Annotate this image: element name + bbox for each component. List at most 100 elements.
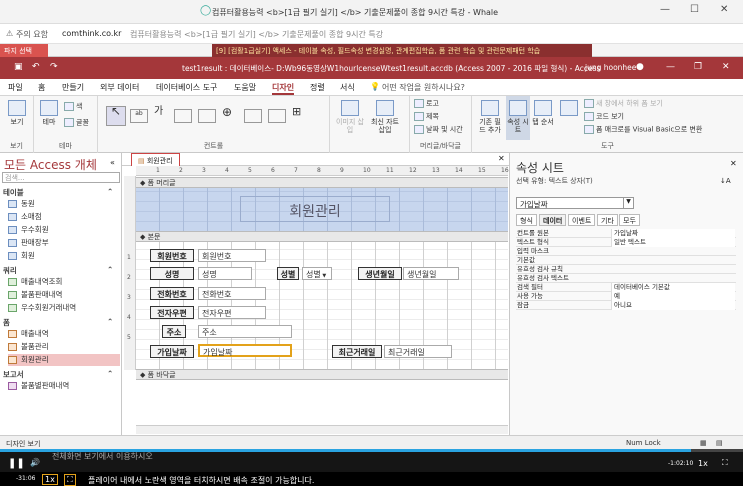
nav-item-selected[interactable]: 회원관리	[8, 354, 120, 366]
hyperlink-icon[interactable]: ⊕	[222, 106, 232, 118]
nav-section-tables[interactable]: 테이블 ⌃	[3, 187, 113, 198]
nav-item[interactable]: 동원	[8, 198, 120, 210]
label-control-icon[interactable]: 가	[154, 107, 163, 117]
subform-button[interactable]	[558, 100, 580, 118]
avatar[interactable]: ●	[636, 62, 644, 72]
field-phone[interactable]: 전화번호	[198, 287, 266, 300]
tab-order-button[interactable]: 탭 순서	[532, 100, 554, 126]
field-join-date-selected[interactable]: 가입날짜	[198, 344, 292, 357]
tab-event-props[interactable]: 이벤트	[568, 214, 596, 226]
colors-button[interactable]: 색	[64, 102, 82, 111]
tab-form-member[interactable]: ▤ 회원관리	[131, 153, 180, 166]
tab-format[interactable]: 서식	[340, 82, 355, 93]
label-birthdate[interactable]: 생년월일	[358, 267, 402, 280]
layout-view-icon[interactable]: ▤	[716, 439, 723, 447]
nav-section-forms[interactable]: 폼 ⌃	[3, 317, 113, 328]
button-control-icon[interactable]	[174, 109, 192, 123]
field-birthdate[interactable]: 생년월일	[403, 267, 459, 280]
nav-header[interactable]: 모든 Access 개체	[4, 156, 97, 173]
datetime-button[interactable]: 날짜 및 시간	[414, 125, 463, 134]
tab-database-tools[interactable]: 데이터베이스 도구	[156, 82, 217, 93]
property-row[interactable]: 잠금 아니요	[516, 301, 736, 310]
label-address[interactable]: 주소	[162, 325, 186, 338]
view-code-button[interactable]: 코드 보기	[584, 112, 624, 121]
close-icon[interactable]: ✕	[720, 4, 728, 15]
property-row[interactable]: 텍스트 형식 일반 텍스트	[516, 238, 736, 247]
navigation-control-icon[interactable]	[268, 109, 286, 123]
notice-tag[interactable]: 파지 선택	[0, 44, 48, 57]
property-row[interactable]: 기본값	[516, 256, 736, 265]
tab-external-data[interactable]: 외부 데이터	[100, 82, 139, 93]
nav-item[interactable]: 소매점	[8, 211, 120, 223]
property-row[interactable]: 유효성 검사 텍스트	[516, 274, 736, 283]
horizontal-scrollbar[interactable]	[136, 425, 508, 434]
minimize-icon[interactable]: —	[666, 62, 675, 72]
logo-button[interactable]: 로고	[414, 99, 439, 108]
option-group-icon[interactable]: ⊞	[292, 106, 301, 117]
insert-image-button[interactable]: 이미지 삽입	[336, 100, 364, 134]
tab-data-props[interactable]: 데이터	[539, 214, 567, 226]
web-browser-icon[interactable]	[244, 109, 262, 123]
tab-format-props[interactable]: 형식	[516, 214, 537, 226]
design-view-icon[interactable]: ▦	[700, 439, 707, 447]
header-title-label[interactable]: 회원관리	[240, 196, 390, 222]
sort-icon[interactable]: ↓A	[720, 177, 731, 185]
close-document-icon[interactable]: ✕	[498, 154, 505, 163]
tab-design[interactable]: 디자인	[272, 82, 295, 95]
fullscreen-icon[interactable]: ⛶	[722, 458, 728, 468]
select-pointer-icon[interactable]: ↖	[106, 105, 126, 126]
nav-item[interactable]: 판매장부	[8, 237, 120, 249]
tab-all-props[interactable]: 모두	[619, 214, 640, 226]
nav-section-reports[interactable]: 보고서 ⌃	[3, 369, 113, 380]
tab-create[interactable]: 만들기	[62, 82, 84, 93]
field-last-trade[interactable]: 최근거래일	[384, 345, 452, 358]
label-last-trade[interactable]: 최근거래일	[332, 345, 382, 358]
add-existing-fields-button[interactable]: 기존 필드 추가	[478, 100, 502, 134]
tab-control-icon[interactable]	[198, 109, 216, 123]
field-address[interactable]: 주소	[198, 325, 292, 338]
convert-macros-button[interactable]: 폼 매크로를 Visual Basic으로 변환	[584, 125, 702, 134]
label-member-id[interactable]: 회원번호	[150, 249, 194, 262]
label-gender[interactable]: 성별	[277, 267, 299, 280]
tab-file[interactable]: 파일	[8, 82, 23, 93]
tab-help[interactable]: 도움말	[234, 82, 256, 93]
nav-item[interactable]: 우수회원거래내역	[8, 302, 120, 314]
field-email[interactable]: 전자우편	[198, 306, 266, 319]
property-row[interactable]: 검색 필터 데이터베이스 기본값	[516, 283, 736, 292]
property-row[interactable]: 입력 마스크	[516, 247, 736, 256]
title-button[interactable]: 제목	[414, 112, 439, 121]
refresh-icon[interactable]: ◯	[200, 5, 211, 16]
form-header-bar[interactable]: ◆ 폼 머리글	[136, 177, 508, 188]
textbox-control-icon[interactable]: ab	[130, 109, 148, 123]
modern-chart-button[interactable]: 최신 자트 삽입	[370, 100, 400, 134]
property-row[interactable]: 유효성 검사 규칙	[516, 265, 736, 274]
field-gender[interactable]: 성별 ▼	[302, 267, 332, 280]
tell-me-input[interactable]: 어떤 작업을 원하시나요?	[382, 82, 465, 93]
property-row[interactable]: 컨트롤 원본 가입날짜	[516, 229, 736, 238]
object-selector[interactable]: 가입날짜 ▼	[516, 197, 634, 209]
tab-arrange[interactable]: 정렬	[310, 82, 325, 93]
label-phone[interactable]: 전화번호	[150, 287, 194, 300]
close-pane-icon[interactable]: ✕	[730, 159, 737, 168]
address-bar[interactable]: ⚠ 주의 요함 comthink.co.kr 컴퓨터활용능력 <b>[1급 필기…	[0, 24, 743, 44]
label-email[interactable]: 전자우편	[150, 306, 194, 319]
detail-bar[interactable]: ◆ 본문	[136, 231, 508, 242]
close-icon[interactable]: ✕	[722, 62, 730, 72]
nav-item[interactable]: 매출내역	[8, 328, 120, 340]
maximize-icon[interactable]: ☐	[690, 4, 699, 15]
nav-item[interactable]: 회원	[8, 250, 120, 262]
nav-item[interactable]: 볼품별판매내역	[8, 380, 120, 392]
tab-other-props[interactable]: 기타	[597, 214, 618, 226]
label-join-date[interactable]: 가입날짜	[150, 345, 194, 358]
nav-item[interactable]: 우수회원	[8, 224, 120, 236]
nav-item[interactable]: 볼품관리	[8, 341, 120, 353]
bottom-speed-button[interactable]: 1x	[42, 474, 58, 485]
nav-search-input[interactable]: 검색...	[2, 172, 120, 183]
theme-button[interactable]: 테마	[38, 100, 60, 126]
label-name[interactable]: 성명	[150, 267, 194, 280]
tab-home[interactable]: 홈	[38, 82, 45, 93]
property-sheet-button[interactable]: 속성 시트	[506, 96, 530, 140]
form-footer-bar[interactable]: ◆ 폼 바닥글	[136, 369, 508, 380]
view-button[interactable]: 보기	[6, 100, 28, 126]
undo-icon[interactable]: ↶	[32, 62, 40, 72]
